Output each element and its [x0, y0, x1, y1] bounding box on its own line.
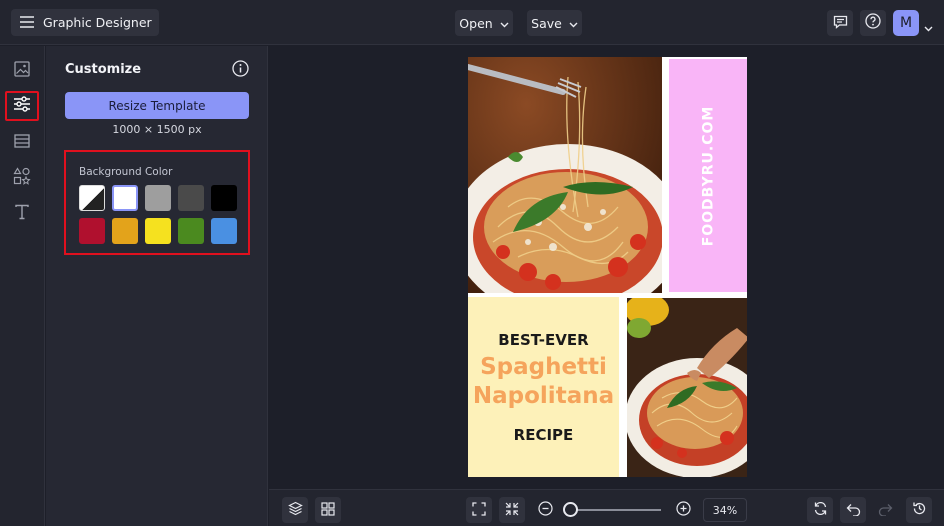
open-button[interactable]: Open — [455, 10, 513, 36]
design-canvas[interactable]: FOODBYRU.COM BEST-EVER Spaghetti Napolit… — [468, 57, 747, 477]
zoom-in-button[interactable] — [672, 497, 694, 523]
save-button[interactable]: Save — [527, 10, 582, 36]
rail-item-images[interactable] — [5, 56, 39, 86]
dish-title-line2: Napolitana — [472, 383, 615, 409]
top-bar: Graphic Designer Open Save M — [0, 0, 944, 45]
text-icon — [14, 204, 30, 224]
zoom-slider-track[interactable] — [569, 509, 661, 511]
dish-title[interactable]: Spaghetti Napolitana — [468, 353, 619, 411]
zoom-out-button[interactable] — [534, 497, 556, 523]
color-swatch[interactable] — [178, 185, 204, 211]
grid-view-button[interactable] — [315, 497, 341, 523]
rail-item-customize[interactable] — [5, 91, 39, 121]
app-title: Graphic Designer — [43, 15, 152, 30]
redo-button[interactable] — [874, 497, 896, 523]
zoom-slider-handle[interactable] — [563, 502, 578, 517]
expand-icon — [472, 501, 486, 520]
comments-button[interactable] — [827, 10, 853, 36]
shapes-icon — [13, 167, 31, 189]
bottom-toolbar: 34% — [269, 489, 944, 526]
redo-icon — [878, 501, 893, 520]
minus-circle-icon — [537, 500, 553, 520]
color-swatch[interactable] — [112, 218, 138, 244]
background-color-label: Background Color — [79, 166, 173, 178]
refresh-button[interactable] — [807, 497, 833, 523]
recipe-text[interactable]: RECIPE — [468, 426, 619, 444]
color-swatch[interactable] — [79, 185, 105, 211]
rail-item-graphics[interactable] — [5, 163, 39, 193]
collapse-icon — [505, 501, 519, 520]
spaghetti-photo-bottom[interactable] — [627, 298, 747, 477]
open-label: Open — [459, 15, 493, 31]
rail-item-text[interactable] — [5, 199, 39, 229]
help-icon — [865, 13, 881, 33]
shrink-button[interactable] — [499, 497, 525, 523]
resize-template-button[interactable]: Resize Template — [65, 92, 249, 119]
color-swatch[interactable] — [145, 218, 171, 244]
plus-circle-icon — [675, 500, 691, 520]
comment-icon — [833, 14, 848, 33]
panel-title: Customize — [65, 62, 142, 77]
brand-band[interactable]: FOODBYRU.COM — [669, 59, 747, 292]
color-swatch[interactable] — [145, 185, 171, 211]
tool-rail — [0, 46, 45, 526]
app-menu-button[interactable]: Graphic Designer — [11, 9, 159, 36]
rail-item-layouts[interactable] — [5, 127, 39, 157]
save-label: Save — [531, 15, 562, 31]
layout-icon — [14, 133, 30, 152]
refresh-icon — [813, 501, 828, 520]
best-ever-text[interactable]: BEST-EVER — [468, 331, 619, 349]
sliders-icon — [13, 96, 31, 116]
image-icon — [14, 61, 30, 81]
color-swatch[interactable] — [112, 185, 138, 211]
fit-to-screen-button[interactable] — [466, 497, 492, 523]
zoom-level[interactable]: 34% — [703, 498, 747, 522]
undo-button[interactable] — [840, 497, 866, 523]
brand-text[interactable]: FOODBYRU.COM — [700, 105, 716, 246]
avatar[interactable]: M — [893, 10, 919, 36]
history-button[interactable] — [906, 497, 932, 523]
chevron-down-icon — [500, 16, 509, 31]
grid-icon — [321, 501, 335, 520]
undo-icon — [846, 501, 861, 520]
customize-panel: Customize Resize Template 1000 × 1500 px… — [46, 46, 268, 526]
chevron-down-icon — [569, 16, 578, 31]
color-swatch[interactable] — [79, 218, 105, 244]
hamburger-icon — [20, 13, 34, 32]
layers-icon — [287, 501, 303, 520]
dish-title-line1: Spaghetti — [480, 354, 607, 380]
color-swatch[interactable] — [211, 185, 237, 211]
color-swatch[interactable] — [211, 218, 237, 244]
title-block[interactable]: BEST-EVER Spaghetti Napolitana RECIPE — [468, 297, 619, 477]
info-icon[interactable] — [232, 60, 249, 81]
help-button[interactable] — [860, 10, 886, 36]
layers-button[interactable] — [282, 497, 308, 523]
spaghetti-photo-top[interactable] — [468, 57, 662, 293]
background-color-section: Background Color — [64, 150, 250, 255]
history-icon — [912, 501, 927, 520]
template-dimensions: 1000 × 1500 px — [112, 123, 202, 136]
color-swatch[interactable] — [178, 218, 204, 244]
chevron-down-icon[interactable] — [924, 17, 933, 36]
